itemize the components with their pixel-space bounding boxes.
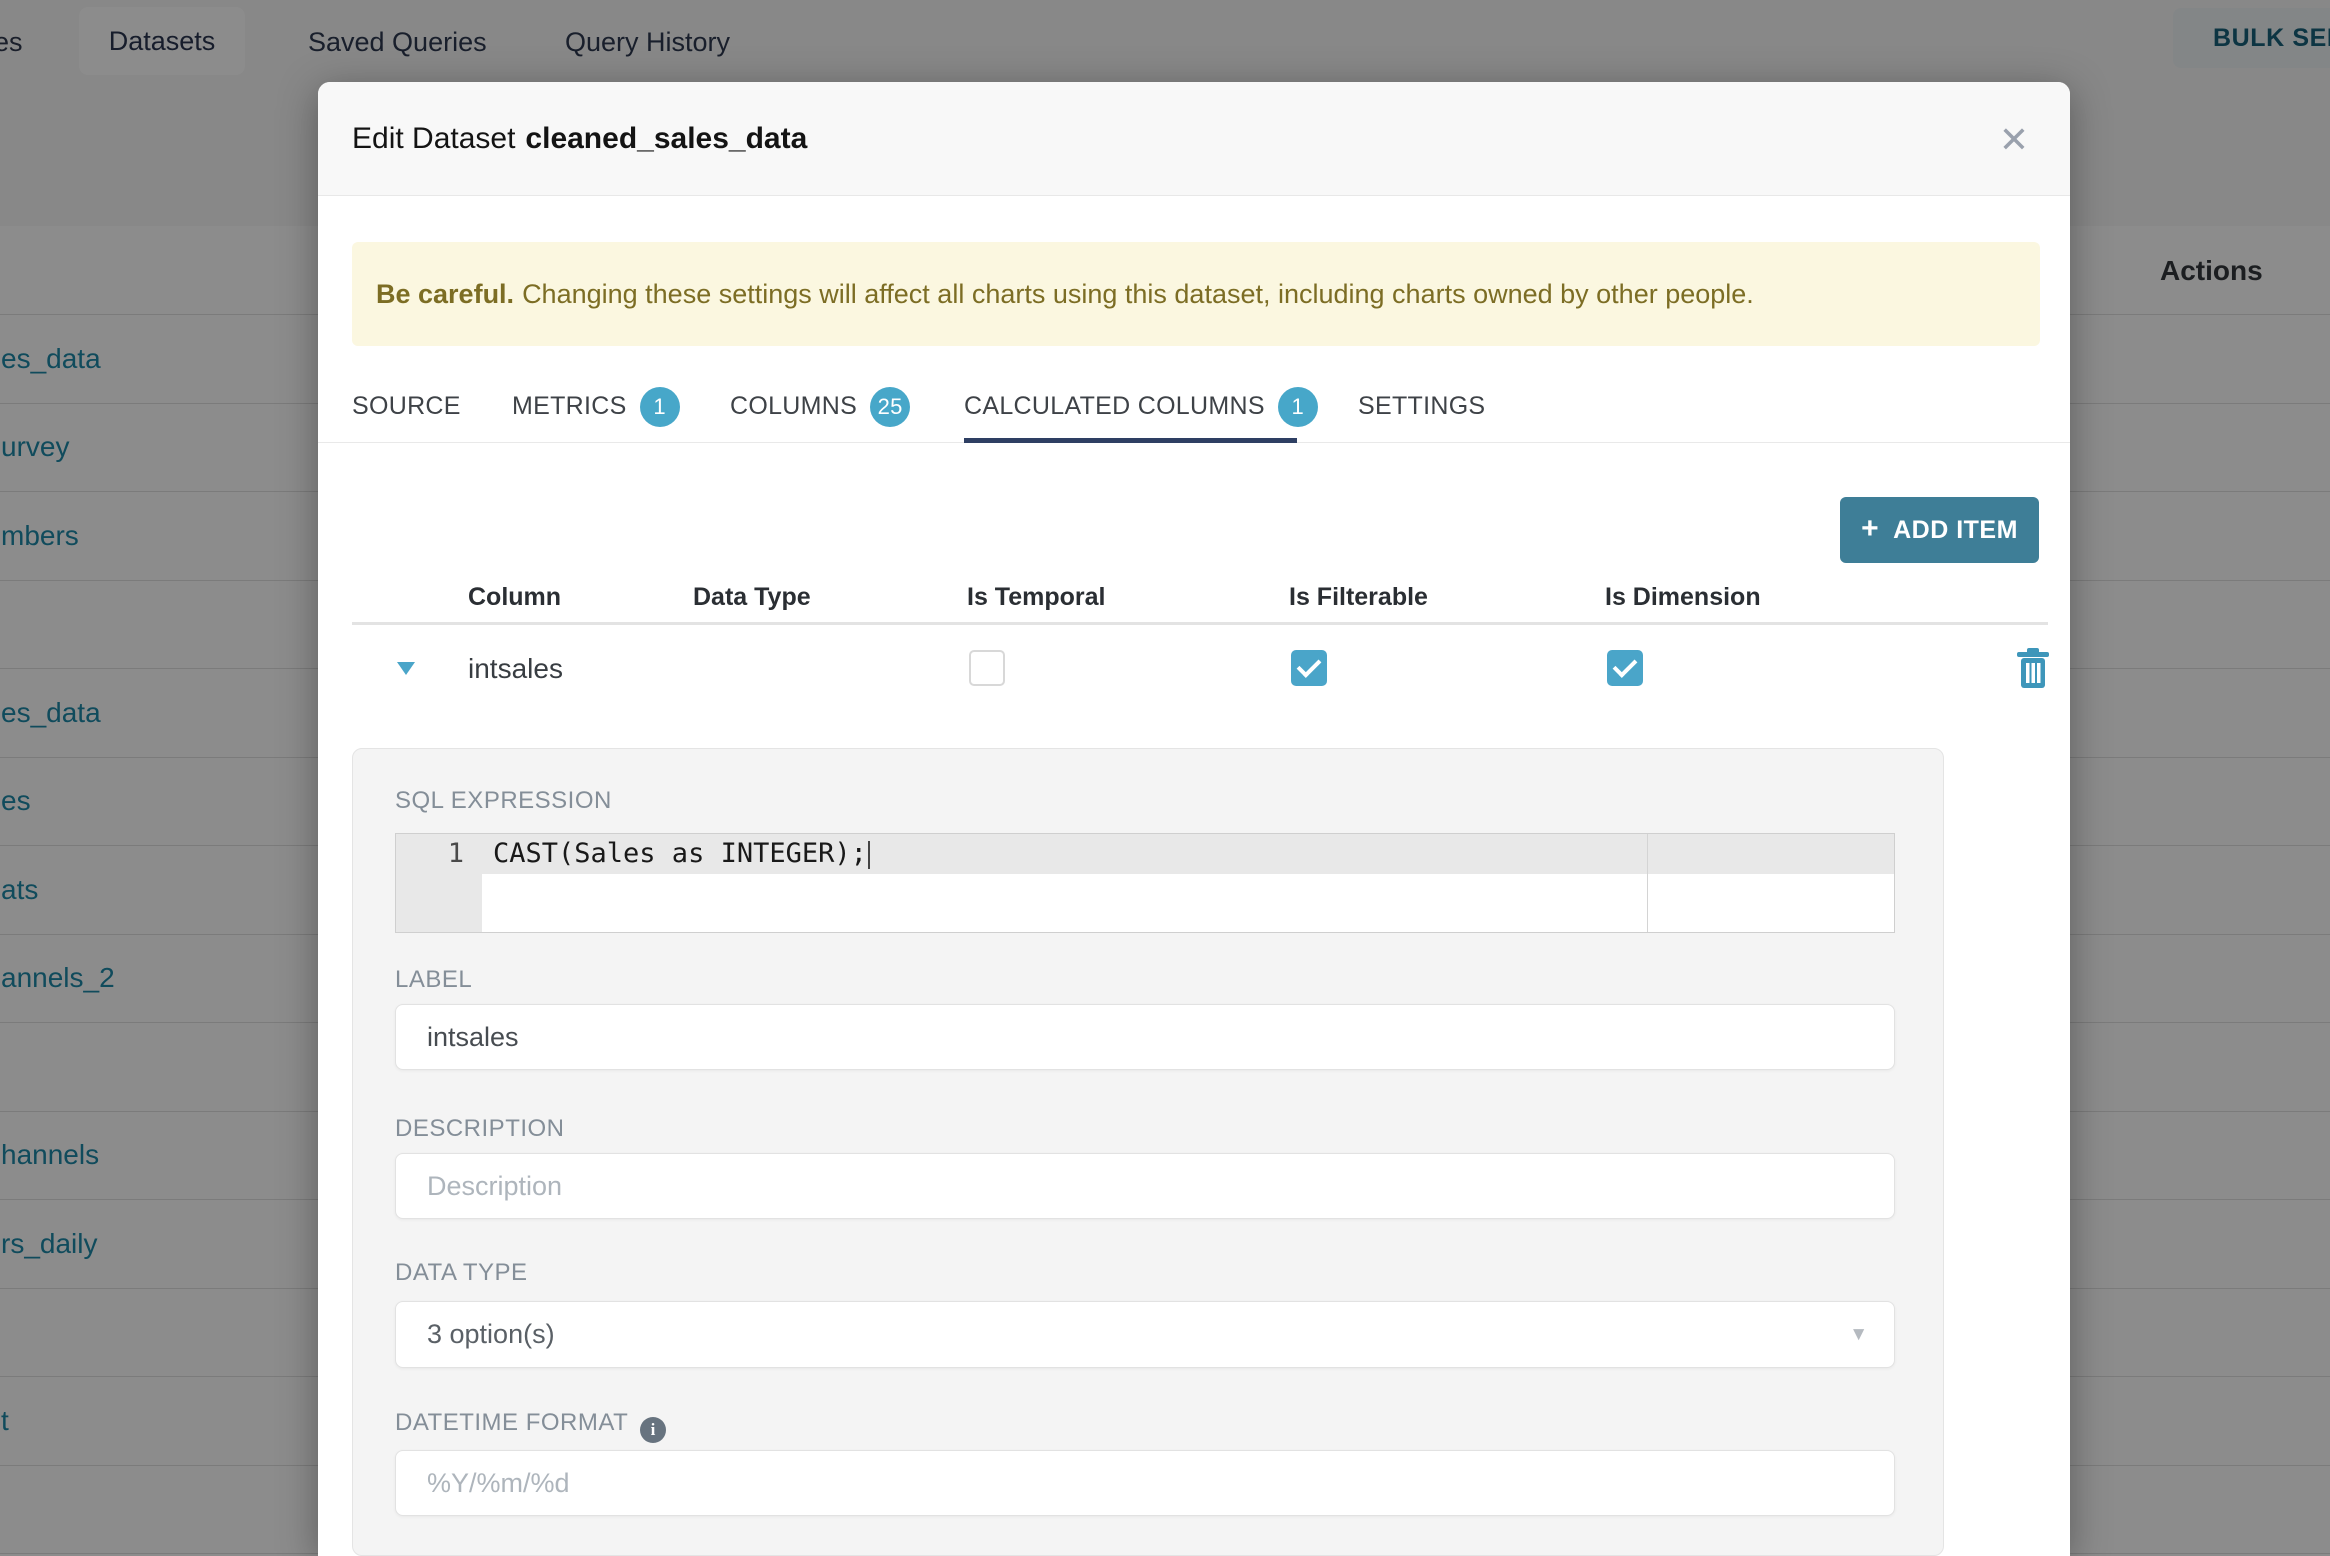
header-divider <box>352 622 2048 625</box>
tab-label: METRICS <box>512 392 627 420</box>
tab-label: SOURCE <box>352 392 461 420</box>
data-type-select[interactable]: 3 option(s) ▼ <box>395 1301 1895 1368</box>
warning-text: Changing these settings will affect all … <box>522 278 1754 309</box>
tab-metrics[interactable]: METRICS 1 <box>512 370 680 443</box>
is-filterable-checkbox[interactable] <box>1291 650 1327 686</box>
column-header-column: Column <box>468 582 562 611</box>
label-input[interactable] <box>395 1004 1895 1070</box>
modal-tabs: SOURCE METRICS 1 COLUMNS 25 CALCULATED C… <box>318 370 2070 443</box>
plus-icon: + <box>1861 512 1880 545</box>
modal-title-prefix: Edit Dataset <box>352 122 516 155</box>
datetime-format-label-text: DATETIME FORMAT <box>395 1409 629 1436</box>
tab-columns[interactable]: COLUMNS 25 <box>730 370 911 443</box>
editor-print-margin <box>1647 834 1648 932</box>
close-icon[interactable]: ✕ <box>1990 118 2038 162</box>
column-header-is-temporal: Is Temporal <box>967 582 1106 611</box>
tab-source[interactable]: SOURCE <box>352 370 461 443</box>
add-item-button[interactable]: + ADD ITEM <box>1840 497 2039 563</box>
info-icon[interactable]: i <box>640 1417 667 1443</box>
edit-dataset-modal: Edit Dataset cleaned_sales_data ✕ Be car… <box>318 82 2070 1556</box>
datetime-format-input[interactable] <box>395 1450 1895 1516</box>
add-item-label: ADD ITEM <box>1893 515 2018 544</box>
line-number: 1 <box>447 838 464 869</box>
modal-title: Edit Dataset cleaned_sales_data <box>352 82 807 196</box>
warning-bold-text: Be careful. <box>376 278 515 309</box>
label-field-label: LABEL <box>395 966 473 993</box>
text-cursor <box>867 840 870 869</box>
tab-label: COLUMNS <box>730 392 858 420</box>
chevron-down-icon: ▼ <box>1849 1323 1868 1345</box>
sql-expression-editor[interactable]: 1 CAST(Sales as INTEGER); <box>395 833 1895 933</box>
screen: es Datasets Saved Queries Query History … <box>0 0 2330 1556</box>
calculated-column-detail-panel: SQL EXPRESSION 1 CAST(Sales as INTEGER);… <box>352 748 1944 1556</box>
sql-code-text: CAST(Sales as INTEGER); <box>493 838 867 869</box>
delete-trash-icon[interactable] <box>2016 648 2050 695</box>
tab-label: SETTINGS <box>1358 392 1486 420</box>
tab-settings[interactable]: SETTINGS <box>1358 370 1485 443</box>
columns-count-badge: 25 <box>870 386 911 427</box>
is-temporal-checkbox[interactable] <box>969 650 1005 686</box>
calculated-column-name: intsales <box>468 653 563 684</box>
datetime-format-field-label: DATETIME FORMAT i <box>395 1409 667 1443</box>
tab-calculated-columns[interactable]: CALCULATED COLUMNS 1 <box>964 370 1318 443</box>
column-header-is-filterable: Is Filterable <box>1289 582 1428 611</box>
sql-code[interactable]: CAST(Sales as INTEGER); <box>493 834 870 874</box>
column-header-data-type: Data Type <box>693 582 811 611</box>
modal-header: Edit Dataset cleaned_sales_data ✕ <box>318 82 2070 196</box>
metrics-count-badge: 1 <box>639 386 680 427</box>
description-input[interactable] <box>395 1153 1895 1219</box>
sql-expression-label: SQL EXPRESSION <box>395 787 612 814</box>
active-tab-underline <box>964 438 1297 443</box>
data-type-field-label: DATA TYPE <box>395 1259 528 1286</box>
description-field-label: DESCRIPTION <box>395 1115 565 1142</box>
editor-gutter: 1 <box>396 834 482 932</box>
warning-banner: Be careful. Changing these settings will… <box>352 242 2040 346</box>
calculated-columns-count-badge: 1 <box>1277 386 1318 427</box>
modal-title-dataset-name: cleaned_sales_data <box>525 122 808 155</box>
is-dimension-checkbox[interactable] <box>1607 650 1643 686</box>
data-type-selected-value: 3 option(s) <box>427 1319 555 1349</box>
tab-label: CALCULATED COLUMNS <box>964 392 1265 420</box>
column-header-is-dimension: Is Dimension <box>1605 582 1761 611</box>
collapse-caret-icon[interactable] <box>397 662 415 675</box>
